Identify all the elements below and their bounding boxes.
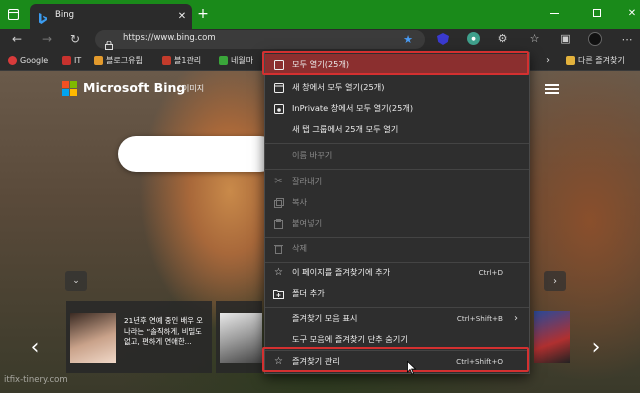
lock-icon [105,35,113,50]
collections-icon[interactable]: ▣ [559,32,572,45]
naver-icon [219,56,228,65]
folder-icon [566,56,575,65]
news-thumbnail [220,313,262,363]
news-text: 21년후 연예 중인 배우 오나라는 “솔직하게, 비밀도 없고, 편하게 연애… [124,316,203,346]
nav-images[interactable]: 이미지 [182,83,204,94]
favorite-blog-admin[interactable]: 블1관리 [162,53,201,68]
submenu-chevron-right-icon: › [514,312,518,324]
menu-item-delete[interactable]: 삭제 [265,238,529,259]
hamburger-menu-icon[interactable] [545,84,559,94]
minimize-icon[interactable] [550,13,559,14]
tab-title: Bing [55,10,74,20]
scissors-icon: ✂ [274,176,283,187]
close-tab-icon[interactable]: ✕ [176,10,188,22]
news-card-3[interactable] [534,311,570,363]
copy-icon [273,197,284,208]
scroll-right-icon[interactable]: › [544,271,566,291]
trash-icon [273,243,284,254]
favorite-google[interactable]: Google [8,53,48,68]
tab-actions-icon[interactable] [6,7,20,21]
tistory-icon [162,56,171,65]
close-window-icon[interactable]: ✕ [626,6,638,20]
menu-item-cut[interactable]: ✂ 잘라내기 [265,171,529,192]
folder-icon [94,56,103,65]
highlight-box-manage-favorites [262,347,529,372]
refresh-icon[interactable]: ↻ [68,32,82,46]
star-add-icon: ☆ [274,267,283,278]
menu-item-open-all-new-window[interactable]: 새 창에서 모두 열기(25개) [265,77,529,98]
chevron-right-icon[interactable]: › [543,53,553,68]
bing-favicon-icon [38,10,48,24]
shortcut-text: Ctrl+Shift+B [456,314,503,323]
favorite-star-icon[interactable]: ★ [401,32,415,46]
menu-separator [265,143,529,144]
news-card[interactable]: 21년후 연예 중인 배우 오나라는 “솔직하게, 비밀도 없고, 편하게 연애… [66,301,212,373]
menu-item-open-all-new-tab-group[interactable]: 새 탭 그룹에서 25개 모두 열기 [265,119,529,140]
news-thumbnail [70,313,116,363]
carousel-left-icon[interactable]: ‹ [28,335,42,360]
menu-item-add-page[interactable]: ☆ 이 페이지를 즐겨찾기에 추가 Ctrl+D [265,262,529,283]
news-card-2[interactable] [216,301,262,373]
mouse-cursor-icon [407,360,417,375]
extension-profile-icon[interactable]: ● [467,32,480,45]
maximize-icon[interactable] [593,9,601,17]
clipboard-icon [273,218,284,229]
extension-shield-icon[interactable] [437,33,449,45]
folder-add-icon [273,288,284,299]
collapse-chevron-down-icon[interactable]: ⌄ [65,271,87,291]
favorites-context-menu: 모두 열기(25개) 새 창에서 모두 열기(25개) InPrivate 창에… [264,52,530,374]
bing-brand: Microsoft Bing [83,80,186,95]
search-input[interactable] [118,136,278,172]
shortcut-text: Ctrl+D [478,268,503,277]
menu-item-rename[interactable]: 이름 바꾸기 [265,145,529,166]
other-favorites-folder[interactable]: 다른 즐겨찾기 [566,53,625,68]
favorite-naver[interactable]: 네월마 [219,53,253,68]
favorite-it[interactable]: IT [62,53,81,68]
it-icon [62,56,71,65]
menu-item-paste[interactable]: 붙여넣기 [265,213,529,234]
extensions-icon[interactable]: ⚙ [496,32,509,45]
google-icon [8,56,17,65]
address-url: https://www.bing.com [123,33,216,43]
tab-strip: Bing ✕ + ✕ [0,0,640,29]
favorite-folder-blog[interactable]: 블로그유튑 [94,53,143,68]
highlight-box-open-all [262,51,529,75]
microsoft-logo-icon [62,81,78,97]
menu-separator [265,169,529,170]
carousel-right-icon[interactable]: › [589,335,603,360]
favorites-icon[interactable]: ☆ [528,32,541,45]
forward-icon[interactable]: → [40,32,54,46]
menu-item-open-all-inprivate[interactable]: InPrivate 창에서 모두 열기(25개) [265,98,529,119]
watermark: itfix-tinery.com [4,375,68,385]
more-icon[interactable]: ⋯ [620,32,634,46]
toolbar: ← → ↻ https://www.bing.com ★ ● ⚙ ☆ ▣ ⋯ [0,29,640,50]
menu-item-add-folder[interactable]: 폴더 추가 [265,283,529,304]
back-icon[interactable]: ← [10,32,24,46]
tab-bing[interactable]: Bing ✕ [30,4,192,29]
new-tab-icon[interactable]: + [196,6,210,22]
address-bar[interactable]: https://www.bing.com ★ [95,30,425,50]
menu-item-show-favorites-bar[interactable]: 즐겨찾기 모음 표시 Ctrl+Shift+B › [265,308,529,329]
window-icon [273,82,284,93]
menu-item-copy[interactable]: 복사 [265,192,529,213]
inprivate-icon [273,103,284,114]
avatar[interactable] [588,32,602,46]
